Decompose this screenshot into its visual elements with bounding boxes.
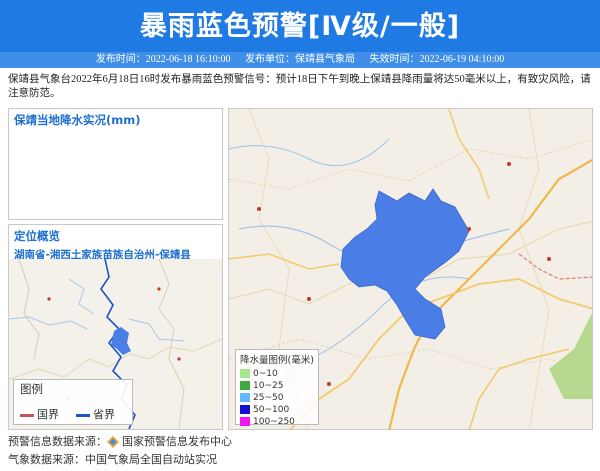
locator-legend: 图例 国界 省界 <box>13 379 133 425</box>
rainfall-legend-title: 降水量图例(毫米) <box>240 355 314 366</box>
warning-source-line: 预警信息数据来源： 国家预警信息发布中心 <box>8 433 232 451</box>
publisher: 发布单位：保靖县气象局 <box>245 54 355 65</box>
national-border-swatch <box>20 413 34 417</box>
rainfall-swatch <box>240 369 250 378</box>
rainfall-legend-item: 100~250 <box>240 416 314 428</box>
warning-area-map[interactable]: 降水量图例(毫米) 0~10 10~25 25~50 50~100 100~25… <box>228 108 593 430</box>
rainfall-swatch <box>240 417 250 426</box>
locator-map[interactable]: 图例 国界 省界 <box>9 259 222 429</box>
rainfall-swatch <box>240 393 250 402</box>
rainfall-range: 50~100 <box>253 405 290 415</box>
warning-header: 暴雨蓝色预警[Ⅳ级/一般] <box>0 0 600 52</box>
warning-notice: 保靖县气象台2022年6月18日16时发布暴雨蓝色预警信号：预计18日下午到晚上… <box>8 74 591 99</box>
location-overview-panel: 定位概览 湖南省-湘西土家族苗族自治州-保靖县 图例 国界 省界 <box>8 224 223 430</box>
province-border-label: 省界 <box>93 408 115 421</box>
rainfall-range: 10~25 <box>253 381 284 391</box>
data-sources: 预警信息数据来源： 国家预警信息发布中心 气象数据来源：中国气象局全国自动站实况 <box>8 433 232 469</box>
locator-legend-title: 图例 <box>20 382 43 396</box>
rainfall-legend-item: 10~25 <box>240 380 314 392</box>
weather-source-line: 气象数据来源：中国气象局全国自动站实况 <box>8 454 217 466</box>
province-border-swatch <box>76 413 90 417</box>
rainfall-swatch <box>240 405 250 414</box>
warning-source-org[interactable]: 国家预警信息发布中心 <box>122 436 232 448</box>
page-title: 暴雨蓝色预警[Ⅳ级/一般] <box>139 11 461 42</box>
warning-center-logo-icon <box>107 436 119 449</box>
legend-item-province-border: 省界 <box>76 406 115 422</box>
legend-item-national-border: 国界 <box>20 406 59 422</box>
rainfall-legend-item: 25~50 <box>240 392 314 404</box>
rain-observation-panel: 保靖当地降水实况(mm) <box>8 108 223 220</box>
publish-time: 发布时间：2022-06-18 16:10:00 <box>95 54 231 65</box>
rainfall-legend-item: 50~100 <box>240 404 314 416</box>
rainfall-range: 25~50 <box>253 393 284 403</box>
expire-time: 失效时间：2022-06-19 04:10:00 <box>369 54 505 65</box>
warning-source-label: 预警信息数据来源： <box>8 436 107 448</box>
rainfall-range: 100~250 <box>253 417 295 427</box>
rain-panel-title: 保靖当地降水实况(mm) <box>14 113 141 127</box>
meta-bar: 发布时间：2022-06-18 16:10:00 发布单位：保靖县气象局 失效时… <box>0 52 600 68</box>
rainfall-swatch <box>240 381 250 390</box>
rainfall-legend-item: 0~10 <box>240 368 314 380</box>
rainfall-range: 0~10 <box>253 369 278 379</box>
rainfall-legend: 降水量图例(毫米) 0~10 10~25 25~50 50~100 100~25… <box>235 349 319 428</box>
location-panel-title: 定位概览 <box>14 229 60 243</box>
national-border-label: 国界 <box>37 408 59 421</box>
